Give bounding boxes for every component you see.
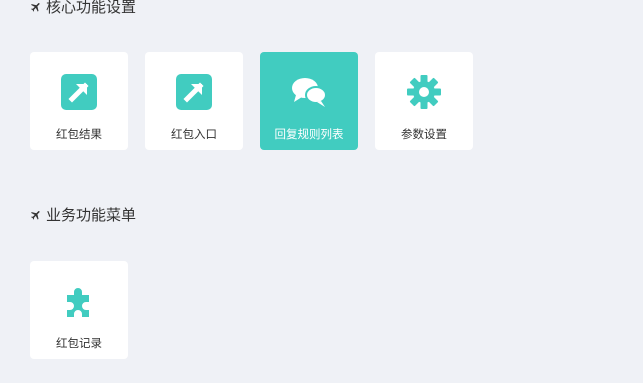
external-link-arrow-icon xyxy=(176,74,212,110)
tile-label: 回复规则列表 xyxy=(274,127,344,141)
external-link-arrow-icon xyxy=(61,74,97,110)
tile-label: 红包入口 xyxy=(171,127,217,141)
business-menu-tiles: 红包记录 xyxy=(30,261,145,359)
tile-red-packet-record[interactable]: 红包记录 xyxy=(30,261,128,359)
section-title-text: 核心功能设置 xyxy=(46,0,137,16)
puzzle-piece-icon xyxy=(67,288,89,317)
tile-reply-rule-list[interactable]: 回复规则列表 xyxy=(260,52,358,150)
chat-bubbles-icon xyxy=(292,78,327,107)
section-title-business-menu: 业务功能菜单 xyxy=(30,205,136,225)
tile-label: 红包结果 xyxy=(56,127,102,141)
page: { "colors": { "background": "#eff1f6", "… xyxy=(0,0,643,383)
section-title-text: 业务功能菜单 xyxy=(46,206,137,224)
tile-parameter-settings[interactable]: 参数设置 xyxy=(375,52,473,150)
tile-red-packet-result[interactable]: 红包结果 xyxy=(30,52,128,150)
gear-icon xyxy=(407,75,441,109)
airplane-icon xyxy=(31,211,40,220)
tile-red-packet-entry[interactable]: 红包入口 xyxy=(145,52,243,150)
section-title-core-settings: 核心功能设置 xyxy=(30,0,136,17)
airplane-icon xyxy=(31,3,40,12)
core-settings-tiles: 红包结果 红包入口 回复规则列表 参数设置 xyxy=(30,52,490,150)
tile-label: 红包记录 xyxy=(56,336,102,350)
tile-label: 参数设置 xyxy=(401,127,447,141)
